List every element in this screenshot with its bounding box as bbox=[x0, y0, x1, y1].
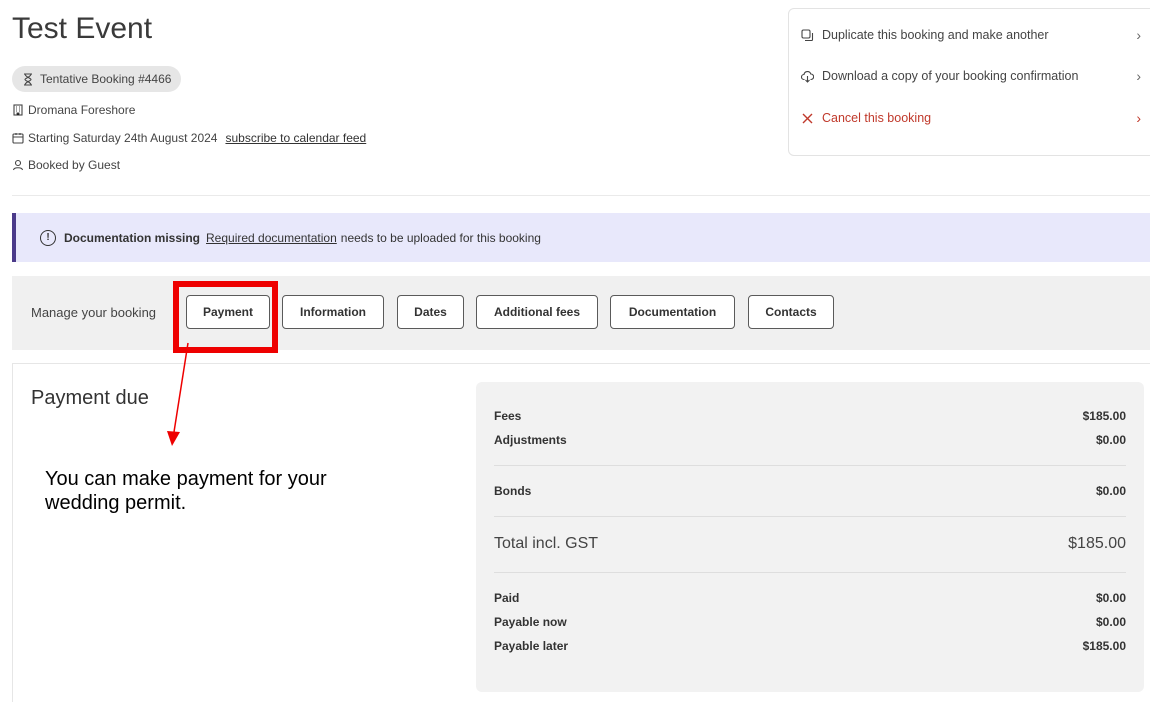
cancel-booking-label: Cancel this booking bbox=[822, 111, 932, 125]
total-value: $185.00 bbox=[1068, 535, 1126, 552]
subscribe-calendar-link[interactable]: subscribe to calendar feed bbox=[225, 131, 366, 145]
tab-contacts[interactable]: Contacts bbox=[748, 295, 834, 329]
fees-row: Fees $185.00 bbox=[494, 409, 1126, 423]
manage-booking-bar: Manage your booking Payment Information … bbox=[12, 276, 1150, 350]
copy-icon bbox=[801, 28, 814, 41]
payment-annotation: You can make payment for your wedding pe… bbox=[45, 468, 327, 514]
page-title: Test Event bbox=[12, 12, 153, 45]
status-badge-label: Tentative Booking #4466 bbox=[40, 72, 172, 86]
alert-text: needs to be uploaded for this booking bbox=[340, 230, 541, 245]
payable-later-row: Payable later $185.00 bbox=[494, 639, 1126, 653]
bonds-label: Bonds bbox=[494, 484, 532, 498]
paid-value: $0.00 bbox=[1095, 591, 1126, 605]
building-icon bbox=[13, 104, 23, 116]
tab-dates[interactable]: Dates bbox=[397, 295, 464, 329]
hourglass-icon bbox=[24, 72, 32, 86]
date-text: Starting Saturday 24th August 2024 bbox=[28, 131, 218, 145]
adjustments-row: Adjustments $0.00 bbox=[494, 433, 1126, 447]
payment-summary: Fees $185.00 Adjustments $0.00 Bonds $0.… bbox=[476, 382, 1144, 692]
adjustments-label: Adjustments bbox=[494, 433, 567, 447]
date-row: Starting Saturday 24th August 2024 subsc… bbox=[12, 131, 366, 145]
booking-actions-card: Duplicate this booking and make another … bbox=[788, 8, 1150, 156]
info-icon: ! bbox=[40, 229, 56, 246]
summary-divider bbox=[494, 516, 1126, 517]
calendar-icon bbox=[12, 133, 24, 144]
tab-documentation[interactable]: Documentation bbox=[610, 295, 735, 329]
alert-heading: Documentation missing bbox=[64, 230, 201, 245]
chevron-right-icon: › bbox=[1136, 110, 1141, 126]
payment-due-heading: Payment due bbox=[31, 387, 149, 409]
total-label: Total incl. GST bbox=[494, 535, 599, 552]
bonds-row: Bonds $0.00 bbox=[494, 484, 1126, 498]
download-confirmation-action[interactable]: Download a copy of your booking confirma… bbox=[801, 64, 1150, 88]
manage-booking-label: Manage your booking bbox=[31, 305, 157, 320]
adjustments-value: $0.00 bbox=[1095, 433, 1126, 447]
fees-value: $185.00 bbox=[1082, 409, 1126, 423]
payable-later-value: $185.00 bbox=[1082, 639, 1126, 653]
total-row: Total incl. GST $185.00 bbox=[494, 535, 1126, 553]
duplicate-booking-action[interactable]: Duplicate this booking and make another … bbox=[801, 23, 1150, 47]
close-icon bbox=[802, 113, 813, 123]
booked-by-row: Booked by Guest bbox=[12, 158, 120, 172]
summary-divider bbox=[494, 572, 1126, 573]
user-icon bbox=[12, 159, 24, 171]
documentation-alert: ! Documentation missing Required documen… bbox=[12, 213, 1150, 262]
chevron-right-icon: › bbox=[1136, 27, 1141, 43]
paid-label: Paid bbox=[494, 591, 520, 605]
header-divider bbox=[12, 195, 1150, 196]
location-text: Dromana Foreshore bbox=[28, 103, 136, 117]
fees-label: Fees bbox=[494, 409, 522, 423]
payable-now-row: Payable now $0.00 bbox=[494, 615, 1126, 629]
payable-now-label: Payable now bbox=[494, 615, 567, 629]
required-documentation-link[interactable]: Required documentation bbox=[206, 231, 337, 245]
bonds-value: $0.00 bbox=[1095, 484, 1126, 498]
tab-additional-fees[interactable]: Additional fees bbox=[476, 295, 598, 329]
location-row: Dromana Foreshore bbox=[12, 103, 135, 117]
payable-now-value: $0.00 bbox=[1095, 615, 1126, 629]
chevron-right-icon: › bbox=[1136, 68, 1141, 84]
payable-later-label: Payable later bbox=[494, 639, 569, 653]
cloud-download-icon bbox=[801, 70, 814, 83]
duplicate-booking-label: Duplicate this booking and make another bbox=[822, 28, 1049, 42]
tab-information[interactable]: Information bbox=[282, 295, 384, 329]
download-confirmation-label: Download a copy of your booking confirma… bbox=[822, 69, 1079, 83]
tab-payment[interactable]: Payment bbox=[186, 295, 270, 329]
status-badge: Tentative Booking #4466 bbox=[12, 66, 182, 92]
paid-row: Paid $0.00 bbox=[494, 591, 1126, 605]
booked-by-text: Booked by Guest bbox=[28, 158, 121, 172]
cancel-booking-action[interactable]: Cancel this booking › bbox=[801, 106, 1150, 130]
summary-divider bbox=[494, 465, 1126, 466]
